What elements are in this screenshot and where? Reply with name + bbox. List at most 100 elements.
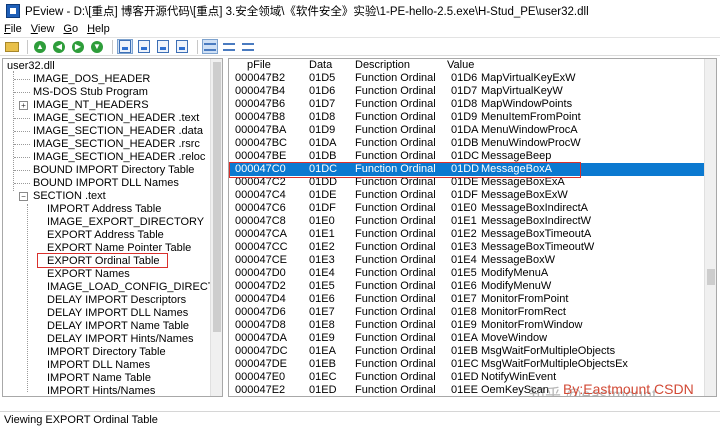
tree-item-import-directory-table[interactable]: IMPORT Directory Table — [47, 346, 166, 359]
cell-function-name: MapVirtualKeyW — [481, 85, 563, 97]
table-row[interactable]: 000047C4 01DE Function Ordinal 01DF MessageB… — [229, 189, 704, 202]
cell-value: 01EB — [451, 345, 478, 357]
back-button[interactable]: ▲ — [32, 39, 48, 54]
tree-item-dos-stub[interactable]: MS-DOS Stub Program — [33, 86, 148, 99]
cell-value: 01E0 — [451, 202, 477, 214]
list-scrollbar[interactable] — [704, 59, 716, 396]
table-row[interactable]: 000047D6 01E7 Function Ordinal 01E8 MonitorF… — [229, 306, 704, 319]
open-file-button[interactable] — [4, 39, 20, 54]
table-row[interactable]: 000047B6 01D7 Function Ordinal 01D8 MapWindo… — [229, 98, 704, 111]
table-row[interactable]: 000047D0 01E4 Function Ordinal 01E5 ModifyMe… — [229, 267, 704, 280]
tree-item-export-names[interactable]: EXPORT Names — [47, 268, 130, 281]
tree-item-section-header-data[interactable]: IMAGE_SECTION_HEADER .data — [33, 125, 203, 138]
view-raw-button[interactable] — [155, 39, 171, 54]
table-row[interactable]: 000047D2 01E5 Function Ordinal 01E6 ModifyMe… — [229, 280, 704, 293]
cell-data: 01EA — [309, 345, 336, 357]
tree-item-load-config-directory[interactable]: IMAGE_LOAD_CONFIG_DIRECTORY — [47, 281, 222, 294]
cell-value: 01DF — [451, 189, 478, 201]
tree-item-delay-import-name-table[interactable]: DELAY IMPORT Name Table — [47, 320, 189, 333]
column-header-description[interactable]: Description — [355, 59, 410, 71]
tree-item-import-hints-names[interactable]: IMPORT Hints/Names — [47, 385, 155, 396]
cell-pfile: 000047CC — [235, 241, 288, 253]
tree-item-import-address-table[interactable]: IMPORT Address Table — [47, 203, 161, 216]
tree-item-delay-import-hints-names[interactable]: DELAY IMPORT Hints/Names — [47, 333, 194, 346]
view-rva-button[interactable] — [174, 39, 190, 54]
table-row[interactable]: 000047B4 01D6 Function Ordinal 01D7 MapVirtu… — [229, 85, 704, 98]
view-dword-button[interactable] — [240, 39, 256, 54]
table-row[interactable]: 000047B8 01D8 Function Ordinal 01D9 MenuItem… — [229, 111, 704, 124]
document-icon — [157, 40, 169, 53]
table-row[interactable]: 000047C6 01DF Function Ordinal 01E0 MessageB… — [229, 202, 704, 215]
list-scrollbar-thumb[interactable] — [707, 269, 715, 285]
data-list-pane: pFile Data Description Value 000047B2 01D… — [228, 58, 717, 397]
cell-function-name: MsgWaitForMultipleObjectsEx — [481, 358, 628, 370]
menu-file[interactable]: File — [4, 23, 22, 35]
down-button[interactable]: ▼ — [89, 39, 105, 54]
tree-item-delay-import-descriptors[interactable]: DELAY IMPORT Descriptors — [47, 294, 186, 307]
column-header-data[interactable]: Data — [309, 59, 332, 71]
cell-pfile: 000047C6 — [235, 202, 286, 214]
cell-value: 01E3 — [451, 241, 477, 253]
cell-description: Function Ordinal — [355, 371, 436, 383]
table-row[interactable]: 000047BA 01D9 Function Ordinal 01DA MenuWind… — [229, 124, 704, 137]
tree-item-import-name-table[interactable]: IMPORT Name Table — [47, 372, 151, 385]
tree-item-bound-import-dir[interactable]: BOUND IMPORT Directory Table — [33, 164, 194, 177]
cell-description: Function Ordinal — [355, 228, 436, 240]
cell-data: 01E4 — [309, 267, 335, 279]
selected-tree-highlight — [37, 253, 168, 268]
tree-item-delay-import-dll-names[interactable]: DELAY IMPORT DLL Names — [47, 307, 188, 320]
column-header-value[interactable]: Value — [447, 59, 474, 71]
cell-pfile: 000047D4 — [235, 293, 286, 305]
next-button[interactable]: ▶ — [70, 39, 86, 54]
tree-item-section-header-rsrc[interactable]: IMAGE_SECTION_HEADER .rsrc — [33, 138, 200, 151]
column-header-pfile[interactable]: pFile — [247, 59, 271, 71]
tree-scrollbar[interactable] — [210, 59, 222, 396]
menu-go[interactable]: Go — [63, 23, 78, 35]
cell-description: Function Ordinal — [355, 293, 436, 305]
tree-item-bound-import-names[interactable]: BOUND IMPORT DLL Names — [33, 177, 179, 190]
table-row[interactable]: 000047D8 01E8 Function Ordinal 01E9 MonitorF… — [229, 319, 704, 332]
tree-item-export-directory[interactable]: IMAGE_EXPORT_DIRECTORY — [47, 216, 204, 229]
view-hex-button[interactable] — [117, 39, 133, 54]
table-row[interactable]: 000047C8 01E0 Function Ordinal 01E1 MessageB… — [229, 215, 704, 228]
table-row[interactable]: 000047CA 01E1 Function Ordinal 01E2 MessageB… — [229, 228, 704, 241]
table-row[interactable]: 000047DE 01EB Function Ordinal 01EC MsgWaitF… — [229, 358, 704, 371]
cell-pfile: 000047D6 — [235, 306, 286, 318]
status-text: Viewing EXPORT Ordinal Table — [4, 414, 158, 426]
tree-item-export-address-table[interactable]: EXPORT Address Table — [47, 229, 164, 242]
tree-item-section-header-text[interactable]: IMAGE_SECTION_HEADER .text — [33, 112, 199, 125]
table-row[interactable]: 000047CE 01E3 Function Ordinal 01E4 MessageB… — [229, 254, 704, 267]
table-row[interactable]: 000047B2 01D5 Function Ordinal 01D6 MapVirtu… — [229, 72, 704, 85]
expand-nt-headers-icon[interactable]: + — [19, 101, 28, 110]
collapse-section-text-icon[interactable]: − — [19, 192, 28, 201]
table-row[interactable]: 000047D4 01E6 Function Ordinal 01E7 MonitorF… — [229, 293, 704, 306]
cell-description: Function Ordinal — [355, 267, 436, 279]
forward-button[interactable]: ◀ — [51, 39, 67, 54]
tree-connector — [27, 204, 28, 392]
tree-item-section-text[interactable]: SECTION .text — [33, 190, 106, 203]
cell-function-name: MapWindowPoints — [481, 98, 573, 110]
table-row[interactable]: 000047CC 01E2 Function Ordinal 01E3 MessageB… — [229, 241, 704, 254]
view-byte-button[interactable] — [202, 39, 218, 54]
view-word-button[interactable] — [221, 39, 237, 54]
cell-function-name: MessageBoxIndirectA — [481, 202, 588, 214]
cell-data: 01E7 — [309, 306, 335, 318]
table-row[interactable]: 000047DA 01E9 Function Ordinal 01EA MoveWind… — [229, 332, 704, 345]
tree-item-dos-header[interactable]: IMAGE_DOS_HEADER — [33, 73, 150, 86]
title-bar: PEview - D:\[重点] 博客开源代码\[重点] 3.安全领域\《软件安… — [0, 0, 720, 22]
arrow-left-icon: ◀ — [53, 40, 65, 53]
folder-icon — [5, 41, 19, 52]
menu-view[interactable]: View — [31, 23, 55, 35]
tree-item-root[interactable]: user32.dll — [7, 60, 55, 73]
menu-help[interactable]: Help — [87, 23, 110, 35]
tree-item-nt-headers[interactable]: IMAGE_NT_HEADERS — [33, 99, 149, 112]
view-data-button[interactable] — [136, 39, 152, 54]
table-row[interactable]: 000047DC 01EA Function Ordinal 01EB MsgWaitF… — [229, 345, 704, 358]
cell-function-name: MoveWindow — [481, 332, 548, 344]
table-row[interactable]: 000047BC 01DA Function Ordinal 01DB MenuWind… — [229, 137, 704, 150]
cell-data: 01E5 — [309, 280, 335, 292]
cell-data: 01D6 — [309, 85, 336, 97]
tree-item-import-dll-names[interactable]: IMPORT DLL Names — [47, 359, 150, 372]
tree-item-section-header-reloc[interactable]: IMAGE_SECTION_HEADER .reloc — [33, 151, 205, 164]
tree-scrollbar-thumb[interactable] — [213, 62, 221, 332]
